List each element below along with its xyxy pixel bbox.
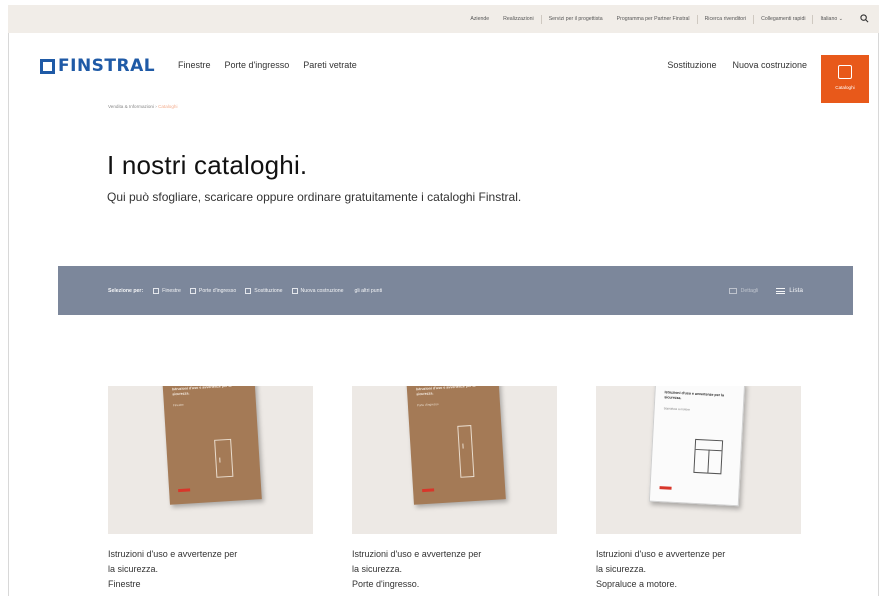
catalog-card[interactable]: Istruzioni d'uso e avvertenze per la sic… xyxy=(108,386,313,592)
brand-stripe xyxy=(659,486,672,490)
utility-bar: Aziende Realizzazioni Servizi per il pro… xyxy=(8,5,879,33)
logo-square-icon xyxy=(40,58,55,74)
filter-option-sostituzione[interactable]: Sostituzione xyxy=(245,287,283,294)
window-icon xyxy=(693,438,724,475)
cover-subtitle: Sopraluce a motore xyxy=(663,406,690,412)
view-details-button[interactable]: Dettagli xyxy=(728,287,759,294)
catalog-thumbnail[interactable]: Istruzioni d'uso e avvertenze per la sic… xyxy=(596,386,801,534)
breadcrumb-path[interactable]: Vendita & Informazioni › xyxy=(108,104,157,109)
utility-link-progettista[interactable]: Servizi per il progettista xyxy=(542,16,610,22)
utility-link-partner[interactable]: Programma per Partner Finstral xyxy=(610,16,697,22)
filter-option-porte-ingresso[interactable]: Porte d'ingresso xyxy=(189,287,237,294)
catalog-caption[interactable]: Istruzioni d'uso e avvertenze per la sic… xyxy=(108,547,313,592)
cover-title: Istruzioni d'uso e avvertenze per la sic… xyxy=(171,386,232,396)
door-icon xyxy=(214,438,234,478)
caption-line: Finestre xyxy=(108,579,141,589)
cover-subtitle: Finestre xyxy=(172,402,184,408)
caption-line: la sicurezza. xyxy=(596,564,647,574)
utility-link-realizzazioni[interactable]: Realizzazioni xyxy=(496,16,541,22)
nav-item-nuova-costruzione[interactable]: Nuova costruzione xyxy=(732,60,807,70)
caption-line: Sopraluce a motore. xyxy=(596,579,678,589)
catalog-cover: Istruzioni d'uso e avvertenze per la sic… xyxy=(648,386,746,507)
catalog-cta-label: Cataloghi xyxy=(835,85,855,90)
cover-subtitle: Porte d'ingresso xyxy=(416,402,439,408)
nav-item-porte-ingresso[interactable]: Porte d'ingresso xyxy=(225,60,290,70)
site-header: FINSTRAL Finestre Porte d'ingresso Paret… xyxy=(8,33,879,103)
catalog-caption[interactable]: Istruzioni d'uso e avvertenze per la sic… xyxy=(352,547,557,592)
view-list-button[interactable]: Lista xyxy=(776,287,803,294)
filter-option-label: Nuova costruzione xyxy=(300,287,344,294)
cover-title: Istruzioni d'uso e avvertenze per la sic… xyxy=(415,386,476,396)
door-icon xyxy=(457,425,475,478)
catalog-icon xyxy=(838,65,852,79)
list-icon xyxy=(776,287,786,294)
cover-title: Istruzioni d'uso e avvertenze per la sic… xyxy=(664,390,725,400)
catalog-caption[interactable]: Istruzioni d'uso e avvertenze per la sic… xyxy=(596,547,801,592)
logo-text: FINSTRAL xyxy=(58,56,156,76)
caption-line: la sicurezza. xyxy=(108,564,159,574)
utility-link-aziende[interactable]: Aziende xyxy=(463,16,496,22)
nav-item-pareti-vetrate[interactable]: Pareti vetrate xyxy=(303,60,357,70)
page-title: I nostri cataloghi. xyxy=(107,150,308,180)
checkbox-icon[interactable] xyxy=(189,287,196,294)
catalog-thumbnail[interactable]: Istruzioni d'uso e avvertenze per la sic… xyxy=(108,386,313,534)
utility-link-rivenditori[interactable]: Ricerca rivenditori xyxy=(698,16,754,22)
breadcrumb-current: Cataloghi xyxy=(158,104,178,109)
checkbox-icon[interactable] xyxy=(245,287,252,294)
brand-stripe xyxy=(178,488,191,493)
filter-bar: Selezione per: Finestre Porte d'ingresso… xyxy=(58,266,853,315)
brand-stripe xyxy=(422,488,435,493)
finstral-logo[interactable]: FINSTRAL xyxy=(40,56,155,76)
catalog-cta-button[interactable]: Cataloghi xyxy=(821,55,869,103)
nav-item-finestre[interactable]: Finestre xyxy=(178,60,211,70)
main-nav: Finestre Porte d'ingresso Pareti vetrate xyxy=(178,60,357,70)
language-selector[interactable]: Italiano ⌄ xyxy=(813,16,850,22)
checkbox-icon[interactable] xyxy=(153,287,160,294)
catalog-card[interactable]: Istruzioni d'uso e avvertenze per la sic… xyxy=(596,386,801,592)
caption-line: Porte d'ingresso. xyxy=(352,579,420,589)
catalog-thumbnail[interactable]: Istruzioni d'uso e avvertenze per la sic… xyxy=(352,386,557,534)
caption-line: Istruzioni d'uso e avvertenze per xyxy=(596,549,726,559)
caption-line: Istruzioni d'uso e avvertenze per xyxy=(352,549,482,559)
filter-option-finestre[interactable]: Finestre xyxy=(153,287,181,294)
utility-link-collegamenti[interactable]: Collegamenti rapidi xyxy=(754,16,812,22)
nav-item-sostituzione[interactable]: Sostituzione xyxy=(667,60,716,70)
checkbox-icon[interactable] xyxy=(291,287,298,294)
catalog-cover: Istruzioni d'uso e avvertenze per la sic… xyxy=(406,386,506,505)
catalog-card[interactable]: Istruzioni d'uso e avvertenze per la sic… xyxy=(352,386,557,592)
view-details-label: Dettagli xyxy=(740,287,759,294)
breadcrumb: Vendita & Informazioni › Cataloghi xyxy=(108,104,177,109)
page-intro: Qui può sfogliare, scaricare oppure ordi… xyxy=(107,190,522,204)
filter-option-label: Sostituzione xyxy=(254,287,283,294)
caption-line: la sicurezza. xyxy=(352,564,403,574)
grid-icon xyxy=(728,287,737,294)
secondary-nav: Sostituzione Nuova costruzione xyxy=(667,60,807,70)
filter-option-nuova-costruzione[interactable]: Nuova costruzione xyxy=(291,287,344,294)
filter-option-label: Finestre xyxy=(162,287,181,294)
caption-line: Istruzioni d'uso e avvertenze per xyxy=(108,549,238,559)
search-icon[interactable] xyxy=(860,13,869,25)
filter-more-link[interactable]: gli altri punti xyxy=(354,288,382,294)
view-switcher: Dettagli Lista xyxy=(728,287,803,294)
catalog-cover: Istruzioni d'uso e avvertenze per la sic… xyxy=(162,386,262,505)
view-list-label: Lista xyxy=(789,287,803,294)
filter-label: Selezione per: xyxy=(108,287,144,294)
filter-option-label: Porte d'ingresso xyxy=(198,287,237,294)
